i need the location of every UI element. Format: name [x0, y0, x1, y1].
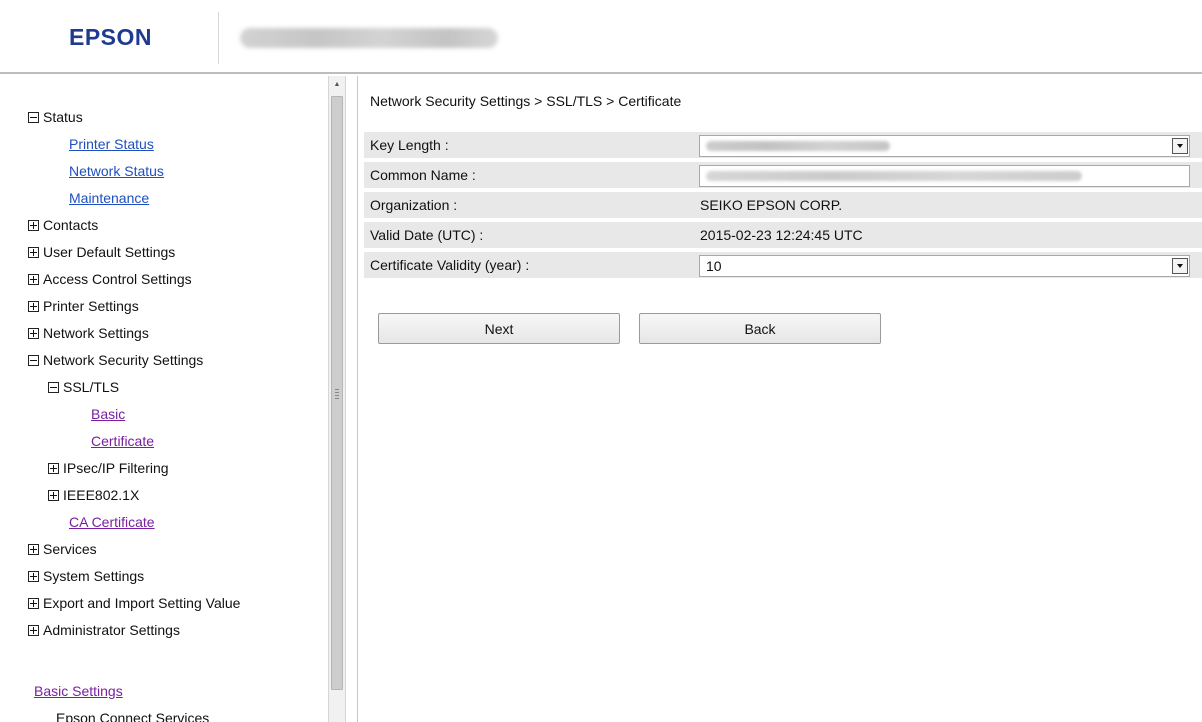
expand-icon[interactable] — [48, 489, 59, 501]
expand-icon[interactable] — [48, 462, 59, 474]
nav-basic-settings[interactable]: Basic Settings — [34, 679, 123, 703]
nav-ssl-tls[interactable]: SSL/TLS — [48, 375, 119, 399]
nav-printer-settings[interactable]: Printer Settings — [28, 294, 139, 318]
expand-icon[interactable] — [28, 597, 39, 609]
nav-export-import[interactable]: Export and Import Setting Value — [28, 591, 240, 615]
certificate-validity-select[interactable]: 10 — [699, 255, 1190, 277]
expand-icon[interactable] — [28, 246, 39, 258]
nav-basic[interactable]: Basic — [91, 402, 125, 426]
common-name-label: Common Name : — [370, 167, 476, 183]
back-button[interactable]: Back — [639, 313, 881, 344]
nav-network-settings-label: Network Settings — [43, 325, 149, 341]
scroll-thumb[interactable] — [331, 96, 343, 690]
key-length-row: Key Length : — [364, 132, 1202, 160]
expand-icon[interactable] — [28, 327, 39, 339]
expand-icon[interactable] — [28, 543, 39, 555]
nav-certificate[interactable]: Certificate — [91, 429, 154, 453]
header-divider — [218, 12, 219, 64]
common-name-input[interactable] — [699, 165, 1190, 187]
epson-logo: EPSON — [69, 24, 153, 50]
nav-network-status[interactable]: Network Status — [69, 159, 164, 183]
expand-icon[interactable] — [28, 219, 39, 231]
nav-administrator-settings-label: Administrator Settings — [43, 622, 180, 638]
organization-label: Organization : — [370, 197, 458, 213]
nav-network-security-settings-label: Network Security Settings — [43, 352, 204, 368]
nav-ca-certificate[interactable]: CA Certificate — [69, 510, 155, 534]
scroll-grip-icon — [335, 389, 339, 399]
chevron-down-icon[interactable] — [1172, 258, 1188, 274]
nav-ipsec-ip-filtering[interactable]: IPsec/IP Filtering — [48, 456, 169, 480]
key-length-select[interactable] — [699, 135, 1190, 157]
nav-printer-status[interactable]: Printer Status — [69, 132, 154, 156]
nav-ssl-tls-label: SSL/TLS — [63, 379, 120, 395]
nav-access-control-settings[interactable]: Access Control Settings — [28, 267, 192, 291]
valid-date-row: Valid Date (UTC) : 2015-02-23 12:24:45 U… — [364, 222, 1202, 250]
nav-access-control-settings-label: Access Control Settings — [43, 271, 192, 287]
nav-export-import-label: Export and Import Setting Value — [43, 595, 241, 611]
sidebar-scrollbar[interactable]: ▲ — [328, 76, 346, 722]
common-name-row: Common Name : — [364, 162, 1202, 190]
certificate-validity-label: Certificate Validity (year) : — [370, 257, 530, 273]
nav-ipsec-ip-filtering-label: IPsec/IP Filtering — [63, 460, 169, 476]
nav-system-settings[interactable]: System Settings — [28, 564, 144, 588]
expand-icon[interactable] — [28, 273, 39, 285]
model-name-redacted — [240, 28, 498, 48]
organization-value: SEIKO EPSON CORP. — [700, 197, 843, 213]
nav-contacts[interactable]: Contacts — [28, 213, 98, 237]
scroll-up-arrow-icon[interactable]: ▲ — [329, 76, 345, 92]
sidebar-nav: Status Printer Status Network Status Mai… — [0, 76, 328, 722]
frame-divider[interactable] — [346, 76, 358, 722]
nav-services[interactable]: Services — [28, 537, 97, 561]
nav-ieee8021x[interactable]: IEEE802.1X — [48, 483, 139, 507]
next-button[interactable]: Next — [378, 313, 620, 344]
organization-row: Organization : SEIKO EPSON CORP. — [364, 192, 1202, 220]
nav-printer-settings-label: Printer Settings — [43, 298, 139, 314]
nav-ieee8021x-label: IEEE802.1X — [63, 487, 140, 503]
nav-user-default-settings-label: User Default Settings — [43, 244, 176, 260]
nav-system-settings-label: System Settings — [43, 568, 145, 584]
valid-date-label: Valid Date (UTC) : — [370, 227, 484, 243]
nav-user-default-settings[interactable]: User Default Settings — [28, 240, 175, 264]
nav-maintenance[interactable]: Maintenance — [69, 186, 149, 210]
certificate-validity-row: Certificate Validity (year) : 10 — [364, 252, 1202, 280]
nav-services-label: Services — [43, 541, 97, 557]
key-length-value-redacted — [706, 141, 890, 151]
nav-contacts-label: Contacts — [43, 217, 99, 233]
nav-network-security-settings[interactable]: Network Security Settings — [28, 348, 203, 372]
nav-epson-connect-services[interactable]: Epson Connect Services — [56, 706, 209, 722]
nav-status[interactable]: Status — [28, 105, 83, 129]
chevron-down-icon[interactable] — [1172, 138, 1188, 154]
nav-administrator-settings[interactable]: Administrator Settings — [28, 618, 180, 642]
expand-icon[interactable] — [28, 300, 39, 312]
expand-icon[interactable] — [28, 570, 39, 582]
main-content: Network Security Settings > SSL/TLS > Ce… — [358, 76, 1202, 722]
breadcrumb: Network Security Settings > SSL/TLS > Ce… — [370, 93, 682, 109]
valid-date-value: 2015-02-23 12:24:45 UTC — [700, 227, 863, 243]
collapse-icon[interactable] — [48, 381, 59, 393]
expand-icon[interactable] — [28, 624, 39, 636]
collapse-icon[interactable] — [28, 354, 39, 366]
key-length-label: Key Length : — [370, 137, 449, 153]
nav-status-label: Status — [43, 109, 83, 125]
page-header: EPSON — [0, 0, 1202, 74]
collapse-icon[interactable] — [28, 111, 39, 123]
common-name-value-redacted — [706, 171, 1082, 181]
nav-network-settings[interactable]: Network Settings — [28, 321, 149, 345]
certificate-validity-value: 10 — [706, 258, 722, 274]
